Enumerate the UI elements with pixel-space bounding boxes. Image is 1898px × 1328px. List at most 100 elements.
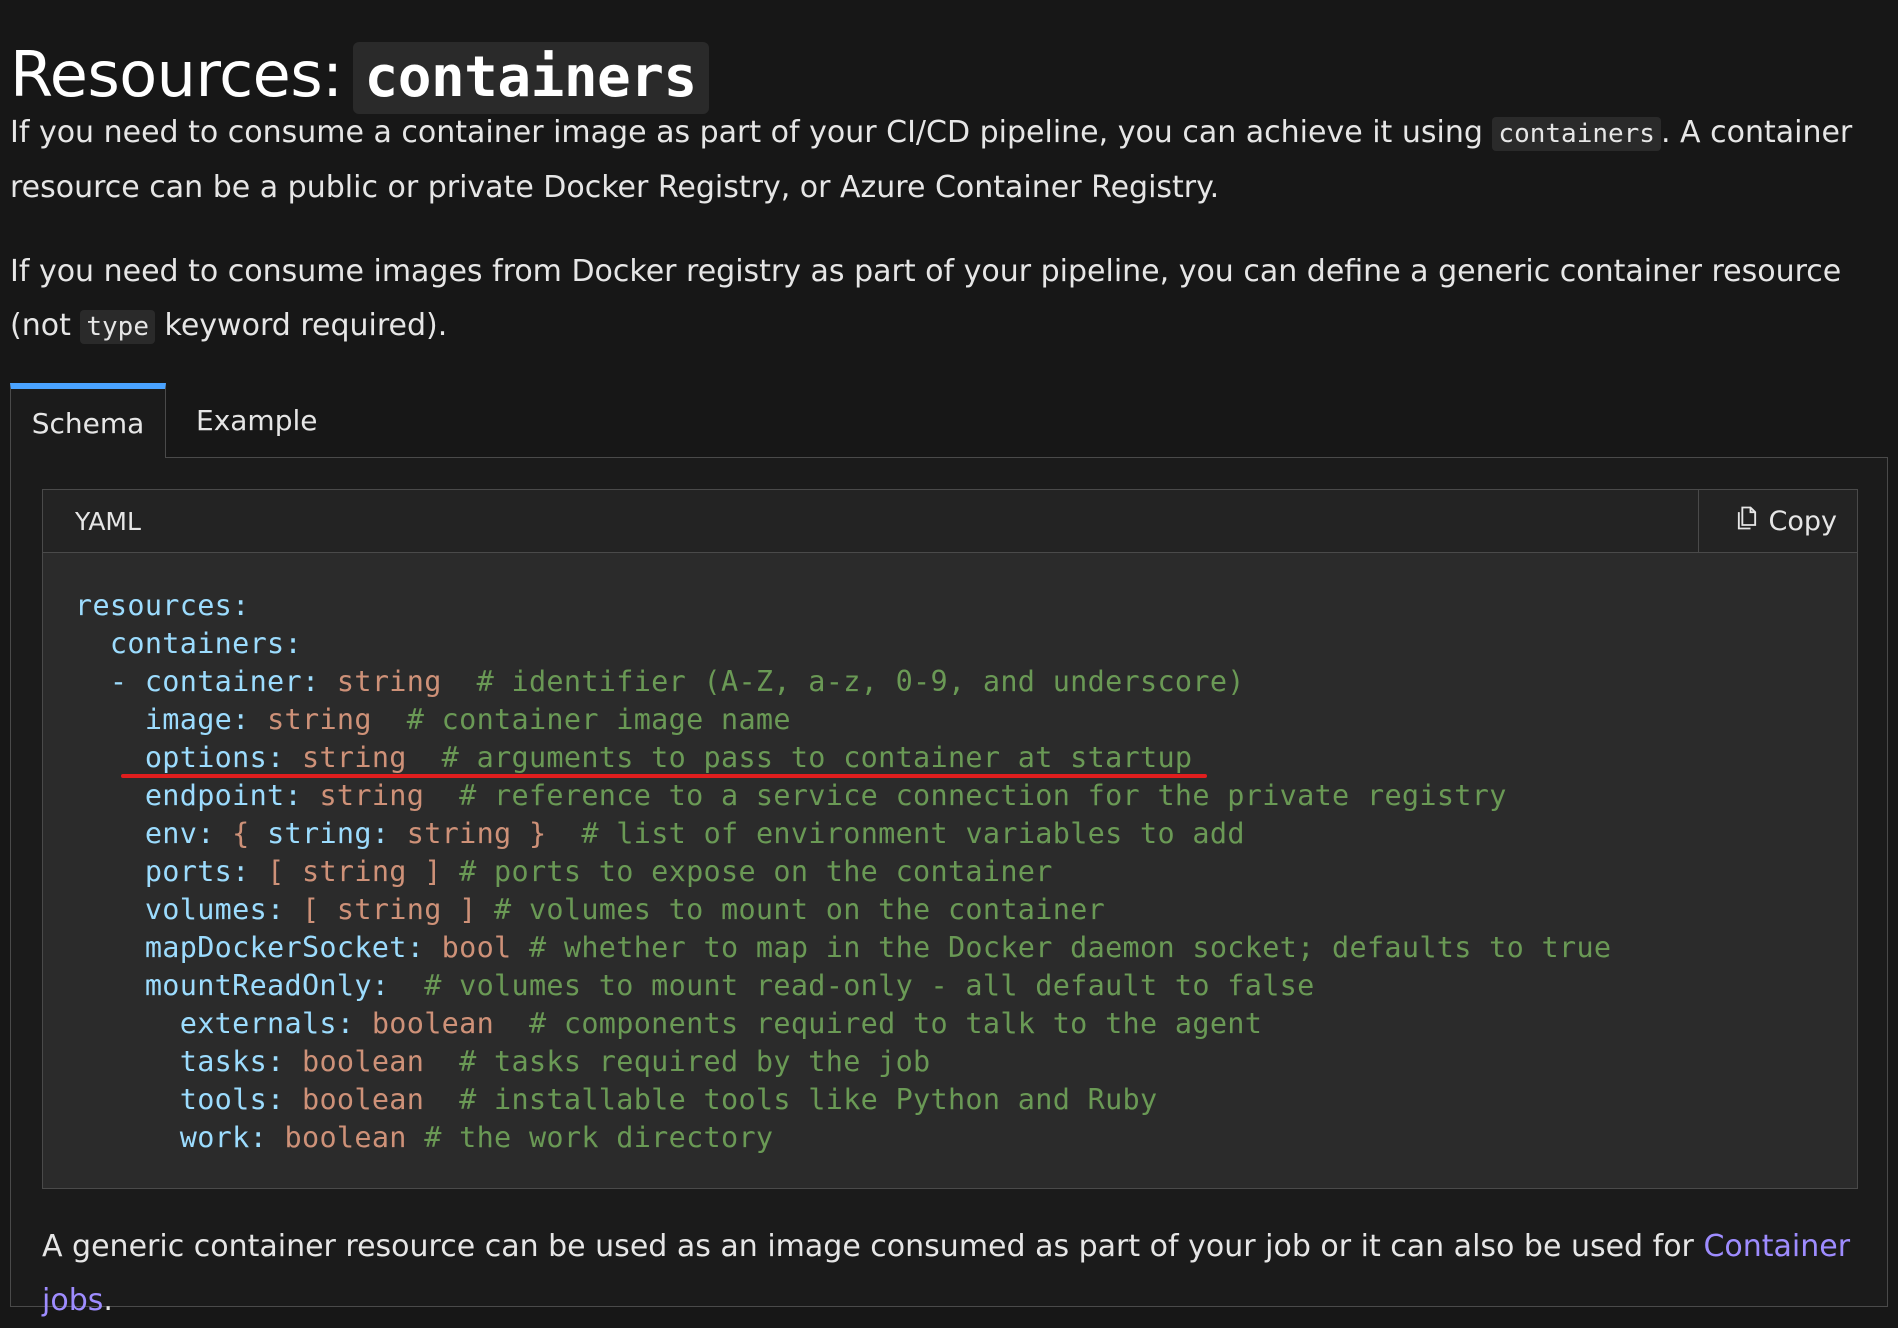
code-key: ports:	[144, 855, 250, 888]
code-key: volumes:	[144, 893, 285, 926]
copy-button-label: Copy	[1768, 505, 1838, 537]
footer-text: A generic container resource can be used…	[42, 1229, 1704, 1264]
tab-list: Schema Example	[10, 383, 347, 458]
code-line: env: { string: string } # list of enviro…	[75, 815, 1857, 853]
code-type: [ string ]	[267, 855, 442, 888]
code-comment: # components required to talk to the age…	[528, 1007, 1263, 1040]
code-line: containers:	[75, 625, 1857, 663]
code-comment: # ports to expose on the container	[459, 855, 1053, 888]
copy-button[interactable]: Copy	[1697, 490, 1858, 552]
code-line: volumes: [ string ] # volumes to mount o…	[75, 891, 1857, 929]
page-title: Resources: containers	[10, 41, 709, 114]
tab-example[interactable]: Example	[166, 383, 347, 457]
code-type: string	[319, 779, 425, 812]
code-key: env:	[144, 817, 215, 850]
code-line: image: string # container image name	[75, 701, 1857, 739]
code-line: tools: boolean # installable tools like …	[75, 1081, 1857, 1119]
code-type: bool	[441, 931, 512, 964]
code-type: string }	[406, 817, 547, 850]
code-comment: # tasks required by the job	[459, 1045, 931, 1078]
code-key: options:	[144, 741, 285, 774]
code-type: string	[336, 665, 442, 698]
code-comment: # arguments to pass to container at star…	[441, 741, 1193, 774]
code-comment: # installable tools like Python and Ruby	[459, 1083, 1158, 1116]
page-title-code: containers	[352, 41, 709, 114]
code-content: resources: containers: - container: stri…	[43, 553, 1857, 1157]
intro-p1-text: If you need to consume a container image…	[10, 115, 1493, 150]
code-line: endpoint: string # reference to a servic…	[75, 777, 1857, 815]
code-line: mapDockerSocket: bool # whether to map i…	[75, 929, 1857, 967]
code-comment: # the work directory	[424, 1121, 774, 1154]
tab-schema[interactable]: Schema	[10, 383, 166, 458]
code-line: options: string # arguments to pass to c…	[75, 739, 1857, 777]
code-line: externals: boolean # components required…	[75, 1005, 1857, 1043]
code-key: mountReadOnly:	[144, 969, 390, 1002]
code-comment: # container image name	[406, 703, 791, 736]
code-line: mountReadOnly: # volumes to mount read-o…	[75, 967, 1857, 1005]
code-type: boolean	[371, 1007, 495, 1040]
code-key: image:	[144, 703, 250, 736]
code-comment: # reference to a service connection for …	[459, 779, 1507, 812]
code-type: boolean	[302, 1045, 425, 1078]
code-key: work:	[179, 1121, 268, 1154]
code-block: YAML Copy resources: containers: - conta…	[42, 489, 1858, 1189]
code-header: YAML Copy	[43, 490, 1857, 553]
code-type: string	[267, 703, 372, 736]
code-language-label: YAML	[75, 506, 141, 536]
code-key: string:	[267, 817, 390, 850]
code-line: ports: [ string ] # ports to expose on t…	[75, 853, 1857, 891]
code-type: string	[301, 741, 407, 774]
code-type: {	[232, 817, 268, 850]
code-line: tasks: boolean # tasks required by the j…	[75, 1043, 1857, 1081]
code-type: boolean	[302, 1083, 425, 1116]
code-line: resources:	[75, 587, 1857, 625]
code-comment: # volumes to mount on the container	[494, 893, 1106, 926]
code-key: tasks:	[179, 1045, 285, 1078]
code-type: [ string ]	[301, 893, 477, 926]
code-comment: # whether to map in the Docker daemon so…	[528, 931, 1612, 964]
code-key: tools:	[179, 1083, 285, 1116]
code-comment: # identifier (A-Z, a-z, 0-9, and undersc…	[476, 665, 1245, 698]
intro-paragraph-2: If you need to consume images from Docke…	[10, 245, 1890, 354]
code-key: - container:	[109, 665, 320, 698]
code-key: endpoint:	[144, 779, 302, 812]
code-key: resources:	[75, 589, 250, 622]
intro-paragraph-1: If you need to consume a container image…	[10, 106, 1890, 215]
inline-code-containers: containers	[1492, 117, 1661, 151]
code-comment: # volumes to mount read-only - all defau…	[424, 969, 1315, 1002]
code-key: mapDockerSocket:	[144, 931, 425, 964]
intro-p2-text-after: keyword required).	[155, 308, 448, 343]
